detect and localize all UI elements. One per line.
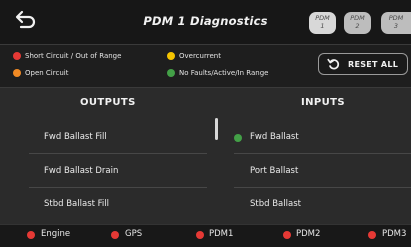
- reset-all-button[interactable]: RESET ALL: [318, 53, 408, 75]
- short-circuit-dot-icon: [13, 52, 21, 60]
- outputs-scrollbar[interactable]: [215, 118, 218, 140]
- divider: [29, 153, 207, 154]
- pdm1-button[interactable]: PDM 1: [309, 12, 336, 34]
- outputs-heading: OUTPUTS: [80, 97, 136, 108]
- input-item[interactable]: Port Ballast: [250, 166, 298, 176]
- legend-short-circuit: Short Circuit / Out of Range: [25, 52, 122, 60]
- input-item[interactable]: Fwd Ballast: [250, 132, 299, 142]
- open-circuit-dot-icon: [13, 69, 21, 77]
- footer-gps: GPS: [125, 229, 143, 239]
- pdm3-button-line2: 3: [393, 21, 399, 30]
- legend-open-circuit: Open Circuit: [25, 69, 69, 77]
- legend-no-faults: No Faults/Active/In Range: [179, 69, 269, 77]
- output-item[interactable]: Fwd Ballast Drain: [44, 166, 118, 176]
- input-item[interactable]: Stbd Ballast: [250, 199, 301, 209]
- legend-overcurrent: Overcurrent: [179, 52, 221, 60]
- pdm1-status-dot-icon: [196, 231, 204, 239]
- divider: [29, 187, 207, 188]
- fwd-ballast-status-dot-icon: [234, 134, 242, 142]
- pdm2-button-line2: 2: [355, 21, 360, 30]
- pdm3-button[interactable]: PDM 3: [381, 12, 411, 34]
- gps-status-dot-icon: [111, 231, 119, 239]
- engine-status-dot-icon: [27, 231, 35, 239]
- pdm2-status-dot-icon: [283, 231, 291, 239]
- pdm1-button-line2: 1: [320, 21, 325, 30]
- no-faults-dot-icon: [167, 69, 175, 77]
- reset-icon: [327, 58, 340, 70]
- overcurrent-dot-icon: [167, 52, 175, 60]
- inputs-heading: INPUTS: [301, 97, 345, 108]
- footer-pdm2: PDM2: [296, 229, 321, 239]
- footer-pdm3: PDM3: [382, 229, 407, 239]
- divider: [234, 187, 411, 188]
- pdm2-button[interactable]: PDM 2: [344, 12, 371, 34]
- footer-pdm1: PDM1: [209, 229, 234, 239]
- output-item[interactable]: Stbd Ballast Fill: [44, 199, 109, 209]
- pdm3-status-dot-icon: [368, 231, 376, 239]
- divider: [234, 153, 411, 154]
- reset-all-label: RESET ALL: [348, 60, 399, 69]
- output-item[interactable]: Fwd Ballast Fill: [44, 132, 107, 142]
- footer-engine: Engine: [41, 229, 71, 239]
